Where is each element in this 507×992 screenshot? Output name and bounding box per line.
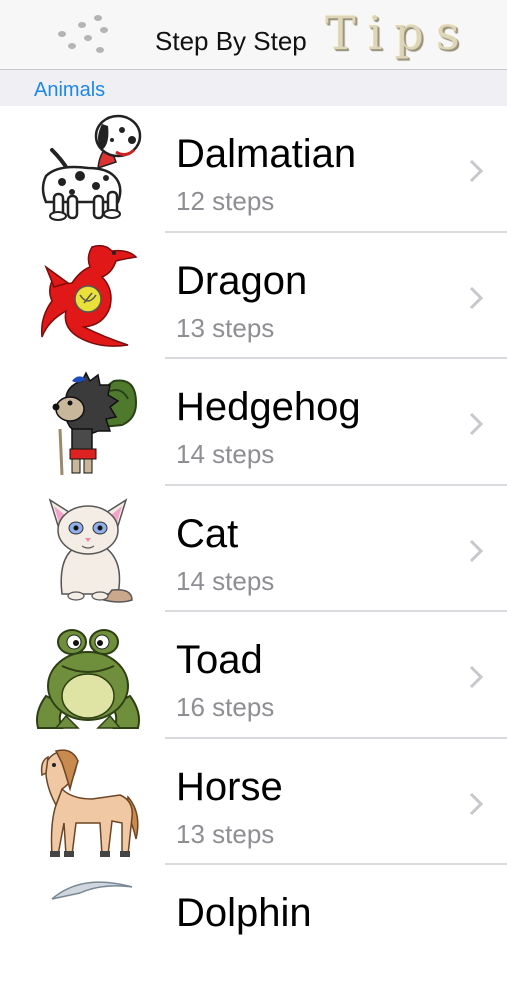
list-item[interactable]: Horse 13 steps <box>0 739 507 865</box>
chevron-right-icon <box>469 412 484 436</box>
section-header: Animals <box>0 70 507 106</box>
item-steps: 13 steps <box>176 818 275 849</box>
dolphin-icon <box>51 881 133 900</box>
hedgehog-icon <box>52 371 138 476</box>
item-title: Hedgehog <box>176 385 361 429</box>
cat-icon <box>48 497 133 603</box>
section-title: Animals <box>34 79 106 101</box>
item-steps: 14 steps <box>176 565 275 596</box>
item-steps: 16 steps <box>176 692 275 722</box>
item-steps: 13 steps <box>176 312 275 343</box>
item-steps: 14 steps <box>176 439 275 469</box>
menu-dots-icon[interactable] <box>52 12 116 60</box>
list-item[interactable]: Dalmatian 12 steps <box>0 106 507 233</box>
toad-icon <box>36 629 140 729</box>
chevron-right-icon <box>469 665 484 689</box>
navigation-bar: Step By Step Tips <box>0 0 507 70</box>
chevron-right-icon <box>469 539 484 562</box>
tips-logo: Tips <box>325 6 472 60</box>
list-item[interactable]: Hedgehog 14 steps <box>0 359 507 486</box>
list-item[interactable]: Cat 14 steps <box>0 486 507 612</box>
list-item[interactable]: Dolphin <box>0 865 507 992</box>
item-steps: 12 steps <box>176 186 275 216</box>
item-title: Dragon <box>176 258 308 303</box>
item-title: Dolphin <box>176 891 312 935</box>
dragon-icon <box>40 244 138 347</box>
item-title: Horse <box>176 764 283 809</box>
dalmatian-icon <box>41 114 142 221</box>
list-item[interactable]: Toad 16 steps <box>0 612 507 739</box>
list-item[interactable]: Dragon 13 steps <box>0 233 507 359</box>
item-title: Cat <box>176 511 239 556</box>
horse-icon <box>40 748 139 857</box>
chevron-right-icon <box>469 792 484 815</box>
item-title: Toad <box>176 638 263 682</box>
item-title: Dalmatian <box>176 132 357 176</box>
nav-title: Step By Step <box>155 26 307 56</box>
chevron-right-icon <box>469 159 484 183</box>
animal-list: Dalmatian 12 steps Dragon 13 steps Hedge… <box>0 106 507 992</box>
chevron-right-icon <box>469 286 484 309</box>
